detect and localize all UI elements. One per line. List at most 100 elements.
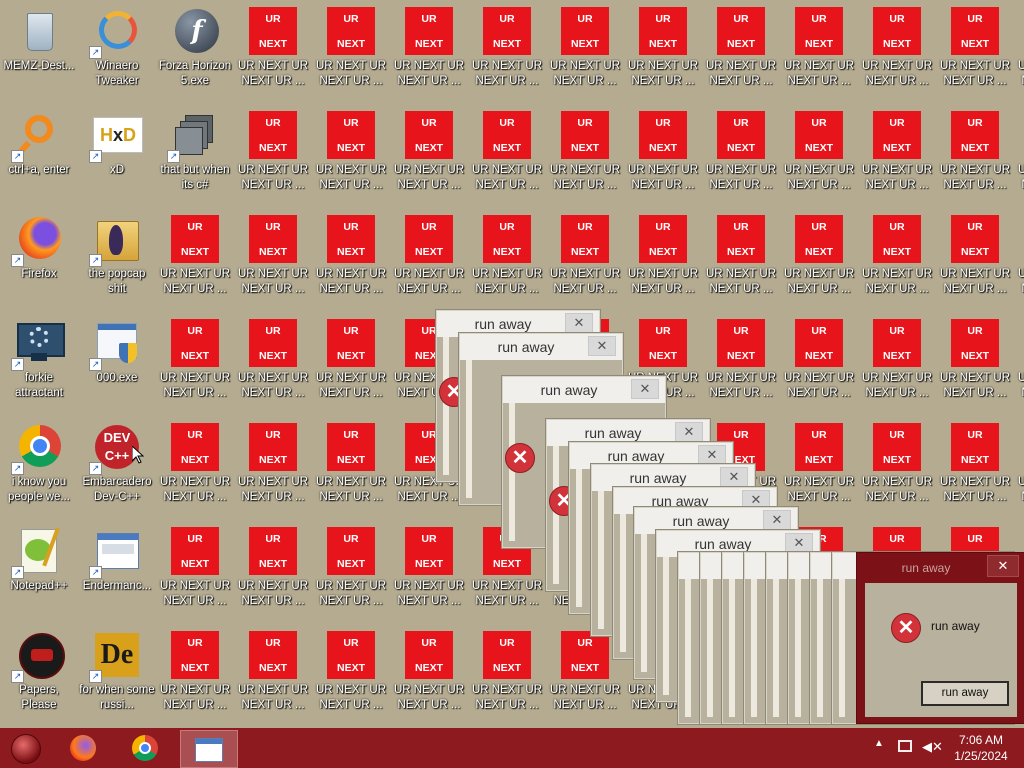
ur-next-desktop-icon[interactable]: URNEXTUR NEXT UR NEXT UR ...: [780, 312, 858, 412]
desktop-icon[interactable]: HxD ↗ xD: [78, 104, 156, 204]
close-button[interactable]: ✕: [675, 422, 703, 442]
ur-next-desktop-icon[interactable]: URNEXTUR NEXT UR NEXT UR ...: [936, 0, 1014, 100]
desktop-icon[interactable]: ↗ ctrl+a, enter: [0, 104, 78, 204]
ur-next-desktop-icon[interactable]: URNEXTUR NEXT UR NEXT UR ...: [312, 520, 390, 620]
ur-next-desktop-icon[interactable]: URNEXTUR NEXT UR NEXT UR ...: [858, 0, 936, 100]
speaker-muted-icon[interactable]: ◀✕: [922, 739, 943, 755]
ur-next-desktop-icon[interactable]: URNEXTUR NEXT UR NEXT UR ...: [858, 416, 936, 516]
desktop-icon[interactable]: MEMZ-Dest...: [0, 0, 78, 100]
desktop-icon[interactable]: ↗ Firefox: [0, 208, 78, 308]
dialog-close-button[interactable]: ✕: [987, 555, 1019, 577]
ur-next-desktop-icon[interactable]: URNEXTUR NEXT UR NEXT UR ...: [936, 104, 1014, 204]
desktop-icon[interactable]: ↗ forkie attractant: [0, 312, 78, 412]
ur-next-desktop-icon[interactable]: URNEXTUR NEXT UR NEXT UR ...: [1014, 104, 1024, 204]
ur-next-desktop-icon[interactable]: URNEXTUR NEXT UR NEXT UR ...: [1014, 0, 1024, 100]
close-button[interactable]: ✕: [565, 313, 593, 333]
ur-next-desktop-icon[interactable]: URNEXTUR NEXT UR NEXT UR ...: [624, 208, 702, 308]
ur-next-desktop-icon[interactable]: URNEXTUR NEXT UR NEXT UR ...: [468, 208, 546, 308]
ur-next-desktop-icon[interactable]: URNEXTUR NEXT UR NEXT UR ...: [156, 520, 234, 620]
taskbar-firefox[interactable]: [60, 730, 108, 766]
ur-next-desktop-icon[interactable]: URNEXTUR NEXT UR NEXT UR ...: [780, 208, 858, 308]
desktop-icon[interactable]: ↗ that but when its c#: [156, 104, 234, 204]
ur-next-desktop-icon[interactable]: URNEXTUR NEXT UR NEXT UR ...: [780, 0, 858, 100]
ur-next-desktop-icon[interactable]: URNEXTUR NEXT UR NEXT UR ...: [1014, 208, 1024, 308]
ur-next-desktop-icon[interactable]: URNEXTUR NEXT UR NEXT UR ...: [780, 416, 858, 516]
ur-next-desktop-icon[interactable]: URNEXTUR NEXT UR NEXT UR ...: [156, 312, 234, 412]
ur-next-desktop-icon[interactable]: URNEXTUR NEXT UR NEXT UR ...: [858, 208, 936, 308]
ur-next-desktop-icon[interactable]: URNEXTUR NEXT UR NEXT UR ...: [312, 624, 390, 724]
desktop-icon[interactable]: f Forza Horizon 5.exe: [156, 0, 234, 100]
ur-next-desktop-icon[interactable]: URNEXTUR NEXT UR NEXT UR ...: [546, 104, 624, 204]
ur-next-desktop-icon[interactable]: URNEXTUR NEXT UR NEXT UR ...: [936, 208, 1014, 308]
ur-next-desktop-icon[interactable]: URNEXTUR NEXT UR NEXT UR ...: [624, 0, 702, 100]
desktop-icon-label: UR NEXT UR NEXT UR ...: [1017, 164, 1024, 191]
window-titlebar[interactable]: run away ✕: [503, 377, 665, 403]
ur-next-desktop-icon[interactable]: URNEXTUR NEXT UR NEXT UR ...: [312, 416, 390, 516]
ur-next-desktop-icon[interactable]: URNEXTUR NEXT UR NEXT UR ...: [468, 0, 546, 100]
close-button[interactable]: ✕: [785, 533, 813, 553]
ur-next-desktop-icon[interactable]: URNEXTUR NEXT UR NEXT UR ...: [312, 0, 390, 100]
ur-next-desktop-icon[interactable]: URNEXTUR NEXT UR NEXT UR ...: [702, 104, 780, 204]
ur-next-desktop-icon[interactable]: URNEXTUR NEXT UR NEXT UR ...: [468, 624, 546, 724]
ur-next-desktop-icon[interactable]: URNEXTUR NEXT UR NEXT UR ...: [468, 104, 546, 204]
window-titlebar[interactable]: run away ✕: [460, 334, 622, 360]
ur-next-desktop-icon[interactable]: URNEXTUR NEXT UR NEXT UR ...: [1014, 416, 1024, 516]
desktop-icon[interactable]: ↗ i know you people we...: [0, 416, 78, 516]
ur-next-desktop-icon[interactable]: URNEXTUR NEXT UR NEXT UR ...: [702, 0, 780, 100]
ur-tile-bottom: NEXT: [414, 558, 443, 570]
ur-next-desktop-icon[interactable]: URNEXTUR NEXT UR NEXT UR ...: [156, 416, 234, 516]
desktop-icon[interactable]: ↗ Papers, Please: [0, 624, 78, 724]
taskbar-chrome[interactable]: [122, 730, 170, 766]
ur-next-desktop-icon[interactable]: URNEXTUR NEXT UR NEXT UR ...: [390, 520, 468, 620]
ur-next-desktop-icon[interactable]: URNEXTUR NEXT UR NEXT UR ...: [624, 104, 702, 204]
ur-next-desktop-icon[interactable]: URNEXTUR NEXT UR NEXT UR ...: [156, 208, 234, 308]
ur-next-desktop-icon[interactable]: URNEXTUR NEXT UR NEXT UR ...: [156, 624, 234, 724]
ur-next-desktop-icon[interactable]: URNEXTUR NEXT UR NEXT UR ...: [546, 208, 624, 308]
desktop-icon[interactable]: ↗ Winaero Tweaker: [78, 0, 156, 100]
taskbar-active-app[interactable]: [180, 730, 238, 768]
ur-next-icon: UR NEXT: [171, 631, 219, 679]
desktop-icon[interactable]: ↗ 000.exe: [78, 312, 156, 412]
ur-next-desktop-icon[interactable]: URNEXTUR NEXT UR NEXT UR ...: [234, 520, 312, 620]
close-button[interactable]: ✕: [698, 445, 726, 465]
clock[interactable]: 7:06 AM 1/25/2024: [948, 732, 1014, 764]
ur-next-desktop-icon[interactable]: URNEXTUR NEXT UR NEXT UR ...: [858, 104, 936, 204]
ur-next-desktop-icon[interactable]: URNEXTUR NEXT UR NEXT UR ...: [234, 104, 312, 204]
ur-next-desktop-icon[interactable]: URNEXTUR NEXT UR NEXT UR ...: [1014, 312, 1024, 412]
close-button[interactable]: ✕: [631, 379, 659, 399]
ur-next-desktop-icon[interactable]: URNEXTUR NEXT UR NEXT UR ...: [312, 312, 390, 412]
desktop-icon[interactable]: DEV C++ ↗ Embarcadero Dev-C++: [78, 416, 156, 516]
close-button[interactable]: ✕: [588, 336, 616, 356]
run-away-dialog[interactable]: run away ✕ ✕ run away run away: [856, 552, 1024, 724]
desktop-icon[interactable]: ↗ the popcap shit: [78, 208, 156, 308]
ur-next-desktop-icon[interactable]: URNEXTUR NEXT UR NEXT UR ...: [936, 312, 1014, 412]
ur-next-desktop-icon[interactable]: URNEXTUR NEXT UR NEXT UR ...: [546, 0, 624, 100]
ur-next-desktop-icon[interactable]: URNEXTUR NEXT UR NEXT UR ...: [390, 624, 468, 724]
ur-next-desktop-icon[interactable]: URNEXTUR NEXT UR NEXT UR ...: [390, 208, 468, 308]
ur-next-desktop-icon[interactable]: URNEXTUR NEXT UR NEXT UR ...: [702, 312, 780, 412]
network-icon[interactable]: [898, 740, 912, 752]
ur-next-desktop-icon[interactable]: URNEXTUR NEXT UR NEXT UR ...: [702, 208, 780, 308]
desktop-icon-label: UR NEXT UR NEXT UR ...: [159, 580, 231, 607]
ur-next-desktop-icon[interactable]: URNEXTUR NEXT UR NEXT UR ...: [312, 208, 390, 308]
desktop-icon[interactable]: ↗ Notepad++: [0, 520, 78, 620]
ur-next-desktop-icon[interactable]: URNEXTUR NEXT UR NEXT UR ...: [390, 0, 468, 100]
ur-next-icon: UR NEXT: [327, 319, 375, 367]
ur-next-desktop-icon[interactable]: URNEXTUR NEXT UR NEXT UR ...: [312, 104, 390, 204]
start-button[interactable]: [2, 730, 50, 766]
tray-arrow-icon[interactable]: ▲: [874, 738, 884, 749]
desktop-icon[interactable]: De ↗ for when some russi...: [78, 624, 156, 724]
desktop-icon[interactable]: ↗ Endermanc...: [78, 520, 156, 620]
ur-next-desktop-icon[interactable]: URNEXTUR NEXT UR NEXT UR ...: [234, 416, 312, 516]
ur-next-desktop-icon[interactable]: URNEXTUR NEXT UR NEXT UR ...: [936, 416, 1014, 516]
ur-next-desktop-icon[interactable]: URNEXTUR NEXT UR NEXT UR ...: [234, 312, 312, 412]
close-button[interactable]: ✕: [720, 467, 748, 487]
run-away-button[interactable]: run away: [921, 681, 1009, 706]
close-button[interactable]: ✕: [763, 510, 791, 530]
ur-next-desktop-icon[interactable]: URNEXTUR NEXT UR NEXT UR ...: [234, 208, 312, 308]
ur-next-desktop-icon[interactable]: URNEXTUR NEXT UR NEXT UR ...: [390, 104, 468, 204]
ur-next-desktop-icon[interactable]: URNEXTUR NEXT UR NEXT UR ...: [780, 104, 858, 204]
ur-next-desktop-icon[interactable]: URNEXTUR NEXT UR NEXT UR ...: [234, 624, 312, 724]
ur-next-desktop-icon[interactable]: URNEXTUR NEXT UR NEXT UR ...: [234, 0, 312, 100]
ur-next-desktop-icon[interactable]: URNEXTUR NEXT UR NEXT UR ...: [858, 312, 936, 412]
